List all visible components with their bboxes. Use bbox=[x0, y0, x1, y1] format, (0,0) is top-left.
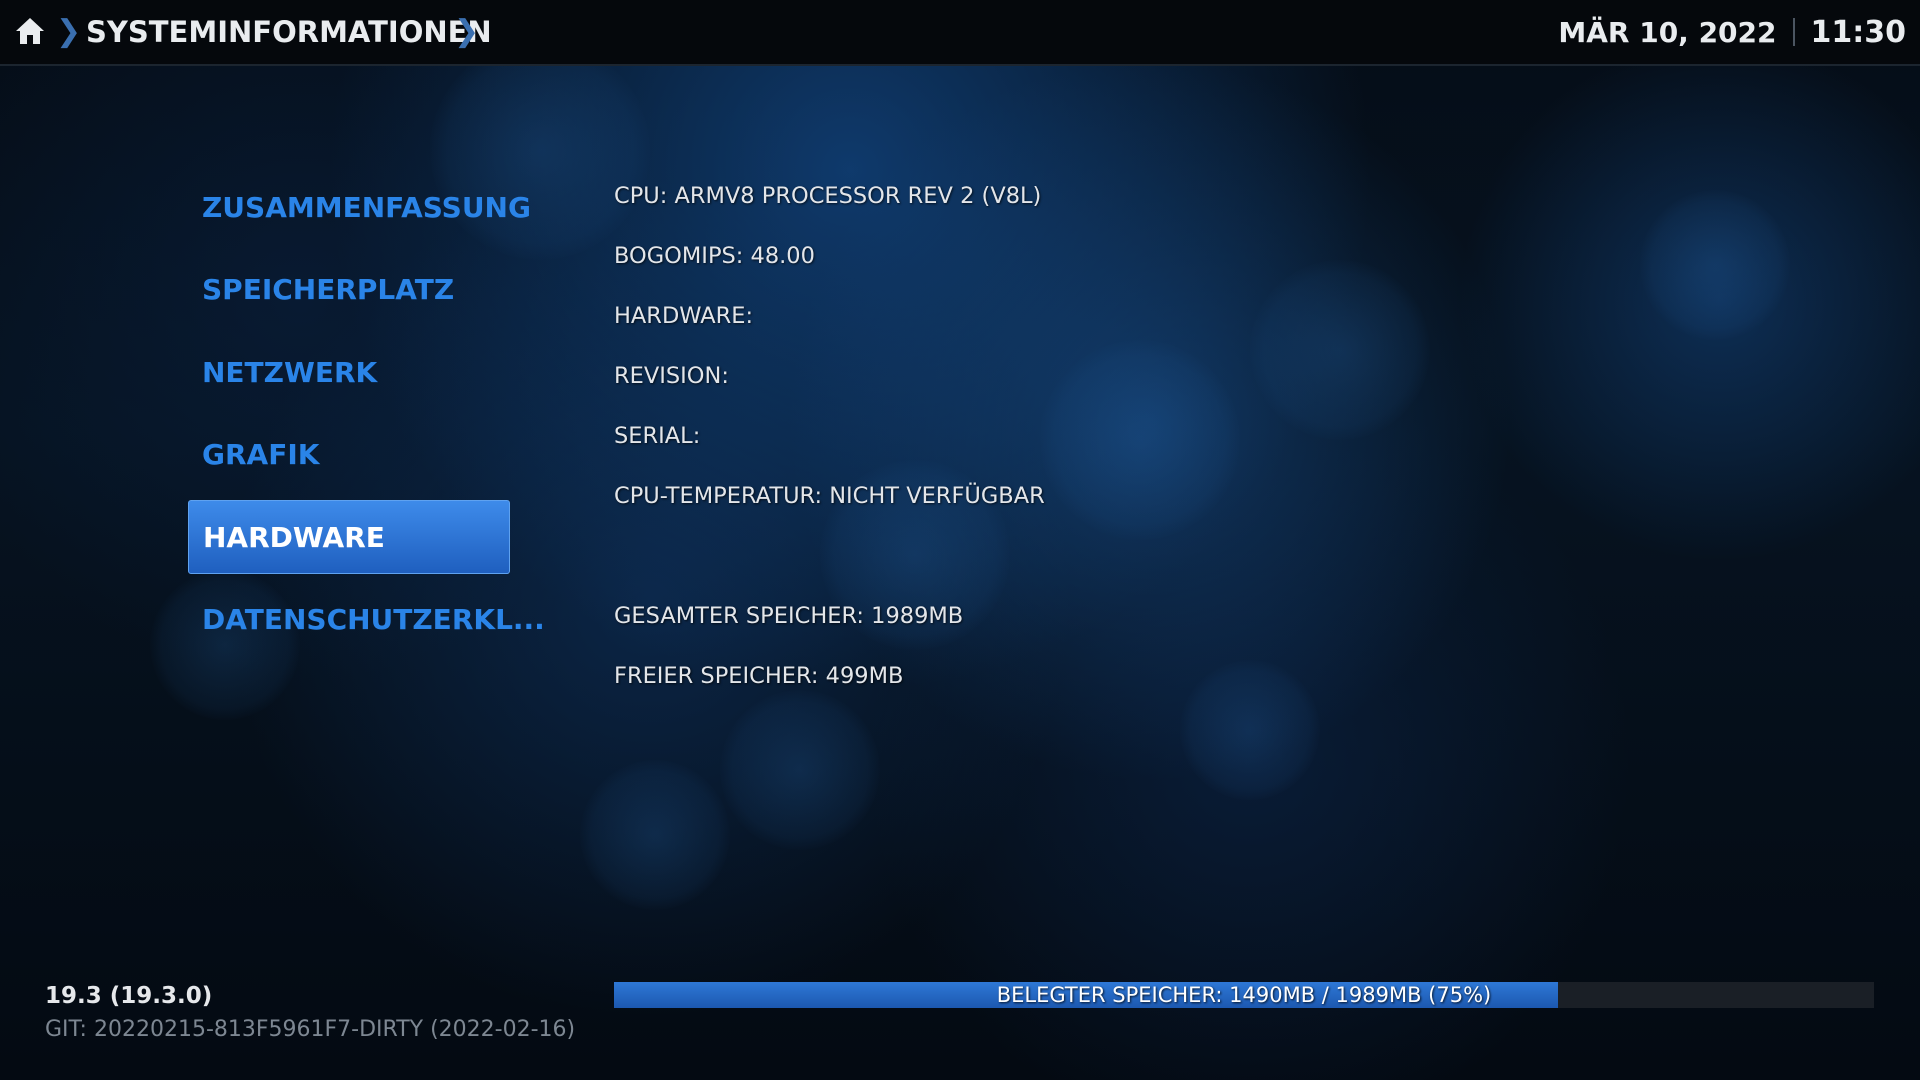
menu-item-label: ZUSAMMENFASSUNG bbox=[202, 190, 531, 224]
menu-item-zusammenfassung[interactable]: ZUSAMMENFASSUNG bbox=[188, 170, 531, 244]
git-label: GIT: 20220215-813F5961F7-DIRTY (2022-02-… bbox=[45, 1017, 576, 1042]
hardware-info: HARDWARE: bbox=[614, 303, 754, 329]
menu-item-label: GRAFIK bbox=[202, 438, 320, 471]
chevron-right-icon: ❯ bbox=[454, 14, 480, 49]
menu-item-label: DATENSCHUTZERKL... bbox=[202, 603, 545, 636]
page-title: SYSTEMINFORMATIONEN bbox=[86, 15, 492, 49]
memory-usage-label: BELEGTER SPEICHER: 1490MB / 1989MB (75%) bbox=[996, 983, 1492, 1007]
background-bokeh bbox=[1640, 190, 1790, 340]
memory-usage-bar: BELEGTER SPEICHER: 1490MB / 1989MB (75%) bbox=[614, 982, 1874, 1008]
background-bokeh bbox=[580, 760, 730, 910]
background-bokeh bbox=[720, 690, 880, 850]
hardware-info-panel: CPU: ARMV8 PROCESSOR REV 2 (V8L) BOGOMIP… bbox=[614, 173, 1045, 713]
date-label: MÄR 10, 2022 bbox=[1558, 15, 1777, 49]
background-bokeh bbox=[1040, 340, 1240, 540]
bogomips-info: BOGOMIPS: 48.00 bbox=[614, 243, 815, 269]
chevron-right-icon: ❯ bbox=[56, 14, 82, 49]
category-menu: ZUSAMMENFASSUNG SPEICHERPLATZ NETZWERK G… bbox=[188, 170, 545, 665]
version-label: 19.3 (19.3.0) bbox=[45, 983, 213, 1009]
menu-item-label: SPEICHERPLATZ bbox=[202, 273, 455, 306]
menu-item-label: HARDWARE bbox=[203, 520, 385, 554]
top-bar: ❯ SYSTEMINFORMATIONEN ❯ MÄR 10, 2022 11:… bbox=[0, 0, 1920, 66]
clock-label: 11:30 bbox=[1810, 14, 1907, 50]
free-memory-info: FREIER SPEICHER: 499MB bbox=[614, 663, 904, 689]
cpu-temperature-info: CPU-TEMPERATUR: NICHT VERFÜGBAR bbox=[614, 483, 1045, 509]
system-info-screen: ❯ SYSTEMINFORMATIONEN ❯ MÄR 10, 2022 11:… bbox=[0, 0, 1920, 1080]
cpu-info: CPU: ARMV8 PROCESSOR REV 2 (V8L) bbox=[614, 183, 1042, 209]
menu-item-speicherplatz[interactable]: SPEICHERPLATZ bbox=[188, 253, 510, 327]
menu-item-grafik[interactable]: GRAFIK bbox=[188, 418, 510, 492]
background-bokeh bbox=[1180, 660, 1320, 800]
total-memory-info: GESAMTER SPEICHER: 1989MB bbox=[614, 603, 964, 629]
menu-item-hardware[interactable]: HARDWARE bbox=[188, 500, 510, 574]
menu-item-netzwerk[interactable]: NETZWERK bbox=[188, 335, 510, 409]
revision-info: REVISION: bbox=[614, 363, 729, 389]
background-bokeh bbox=[1250, 260, 1430, 440]
menu-item-datenschutz[interactable]: DATENSCHUTZERKL... bbox=[188, 583, 545, 657]
menu-item-label: NETZWERK bbox=[202, 355, 378, 389]
serial-info: SERIAL: bbox=[614, 423, 701, 449]
home-icon[interactable] bbox=[14, 15, 46, 47]
date-time: MÄR 10, 2022 11:30 bbox=[1558, 13, 1906, 51]
divider bbox=[1792, 18, 1795, 46]
